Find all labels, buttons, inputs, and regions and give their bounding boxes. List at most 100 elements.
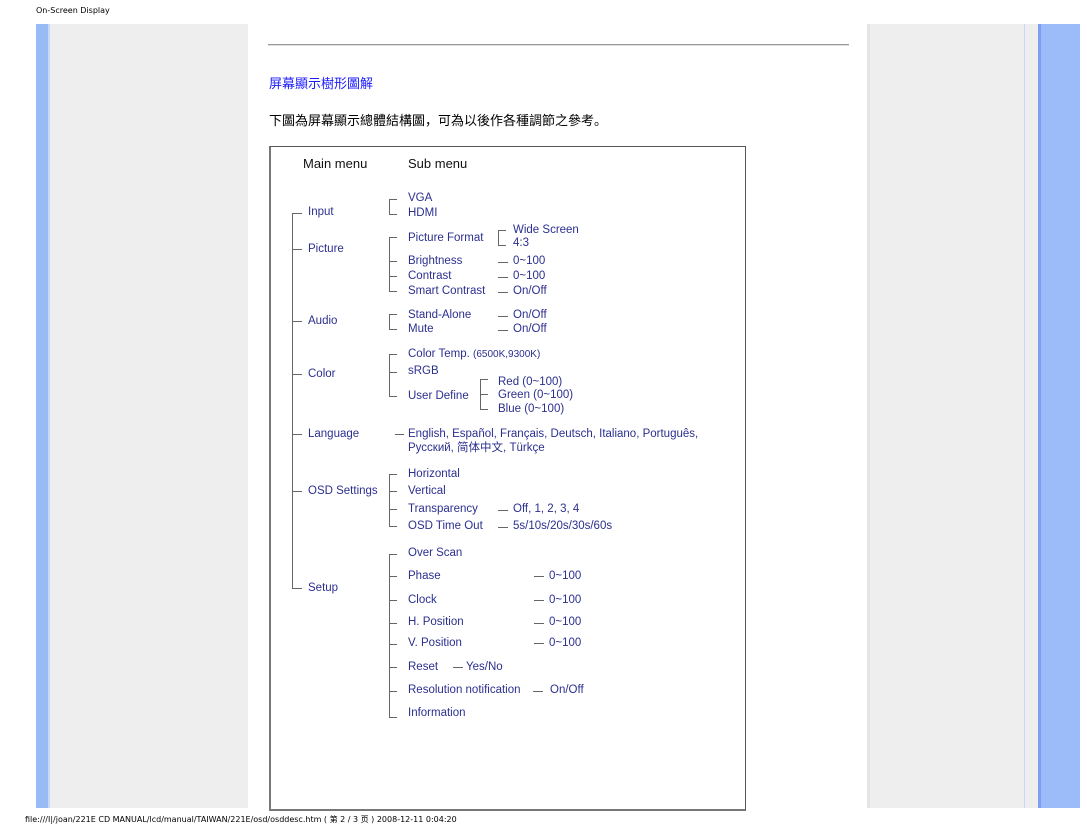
option-green: Green (0~100): [498, 389, 574, 401]
main-item-input: Input: [308, 206, 334, 218]
bracket-tick: [480, 409, 488, 410]
sub-item-smart-contrast: Smart Contrast: [408, 285, 486, 297]
value-dash: [498, 510, 508, 511]
main-item-color: Color: [308, 368, 336, 380]
color-temp-label: Color Temp.: [408, 348, 470, 360]
sub-item-user-define: User Define: [408, 390, 469, 402]
right-accent-bar: [1038, 24, 1080, 808]
sub-item-osd-time-out: OSD Time Out: [408, 520, 483, 532]
resolution-notification-value: On/Off: [550, 684, 584, 696]
bracket-tick: [389, 199, 397, 200]
section-intro: 下圖為屏幕顯示總體結構圖，可為以後作各種調節之參考。: [269, 114, 608, 129]
right-margin-column: [867, 24, 1080, 808]
horizontal-rule: [268, 44, 849, 46]
contrast-value: 0~100: [513, 270, 546, 282]
bracket-tick: [389, 576, 397, 577]
option-red: Red (0~100): [498, 376, 563, 388]
picture-bracket: [389, 237, 390, 291]
sub-item-brightness: Brightness: [408, 255, 463, 267]
left-margin-column: [36, 24, 248, 808]
value-dash: [498, 292, 508, 293]
bracket-tick: [389, 372, 397, 373]
language-options-line1: English, Español, Français, Deutsch, Ita…: [408, 428, 699, 440]
bracket-tick: [389, 276, 397, 277]
bracket-tick: [389, 667, 397, 668]
v-position-value: 0~100: [549, 637, 582, 649]
osd-connector: [292, 491, 302, 492]
bracket-tick: [498, 230, 506, 231]
sub-item-information: Information: [408, 707, 466, 719]
value-dash: [534, 576, 544, 577]
sub-item-v-position: V. Position: [408, 637, 462, 649]
sub-item-vga: VGA: [408, 192, 433, 204]
audio-connector: [292, 321, 302, 322]
audio-bracket: [389, 314, 390, 329]
sub-item-contrast: Contrast: [408, 270, 452, 282]
phase-value: 0~100: [549, 570, 582, 582]
section-title: 屏幕顯示樹形圖解: [269, 77, 374, 92]
option-4-3: 4:3: [513, 237, 529, 249]
mute-value: On/Off: [513, 323, 547, 335]
sub-menu-header: Sub menu: [408, 156, 468, 171]
bracket-tick: [389, 717, 397, 718]
bracket-tick: [389, 214, 397, 215]
bracket-tick: [389, 329, 397, 330]
clock-value: 0~100: [549, 594, 582, 606]
value-dash: [498, 277, 508, 278]
main-item-setup: Setup: [308, 582, 339, 594]
bracket-tick: [389, 291, 397, 292]
sub-item-h-position: H. Position: [408, 616, 464, 628]
sub-item-transparency: Transparency: [408, 503, 478, 515]
sub-item-mute: Mute: [408, 323, 434, 335]
setup-connector: [292, 588, 302, 589]
value-dash: [453, 667, 463, 668]
bracket-tick: [389, 474, 397, 475]
left-accent-bar: [36, 24, 50, 808]
sub-item-vertical: Vertical: [408, 485, 446, 497]
bracket-tick: [389, 600, 397, 601]
main-item-audio: Audio: [308, 315, 338, 327]
stand-alone-value: On/Off: [513, 309, 547, 321]
bracket-tick: [480, 379, 488, 380]
transparency-value: Off, 1, 2, 3, 4: [513, 503, 580, 515]
bracket-tick: [389, 396, 397, 397]
brightness-value: 0~100: [513, 255, 546, 267]
value-dash: [395, 434, 404, 435]
input-bracket: [389, 199, 390, 214]
color-temp-value: (6500K,9300K): [473, 349, 541, 360]
sub-item-picture-format: Picture Format: [408, 232, 484, 244]
sub-item-horizontal: Horizontal: [408, 468, 460, 480]
bracket-tick: [389, 623, 397, 624]
value-dash: [498, 527, 508, 528]
bracket-tick: [389, 526, 397, 527]
sub-item-color-temp: Color Temp. (6500K,9300K): [408, 348, 540, 361]
sub-item-stand-alone: Stand-Alone: [408, 309, 472, 321]
value-dash: [533, 691, 543, 692]
setup-bracket: [389, 554, 390, 717]
reset-value: Yes/No: [466, 661, 503, 673]
osd-tree-diagram: Main menu Sub menu Input VGA HDMI Pictur…: [269, 146, 746, 811]
sub-item-phase: Phase: [408, 570, 441, 582]
language-connector: [292, 434, 302, 435]
option-wide-screen: Wide Screen: [513, 224, 579, 236]
color-connector: [292, 374, 302, 375]
footer-file-path: file:///I|/joan/221E CD MANUAL/lcd/manua…: [25, 815, 457, 824]
sub-item-reset: Reset: [408, 661, 439, 673]
bracket-tick: [389, 491, 397, 492]
osd-time-out-value: 5s/10s/20s/30s/60s: [513, 520, 613, 532]
main-trunk-line: [292, 213, 293, 588]
value-dash: [498, 316, 508, 317]
osd-bracket: [389, 474, 390, 526]
main-item-osd-settings: OSD Settings: [308, 485, 378, 497]
smart-contrast-value: On/Off: [513, 285, 547, 297]
main-item-picture: Picture: [308, 243, 344, 255]
value-dash: [498, 262, 508, 263]
bracket-tick: [389, 354, 397, 355]
value-dash: [534, 623, 544, 624]
bracket-tick: [389, 509, 397, 510]
bracket-tick: [389, 237, 397, 238]
value-dash: [498, 330, 508, 331]
sub-item-clock: Clock: [408, 594, 437, 606]
bracket-tick: [389, 261, 397, 262]
value-dash: [534, 643, 544, 644]
